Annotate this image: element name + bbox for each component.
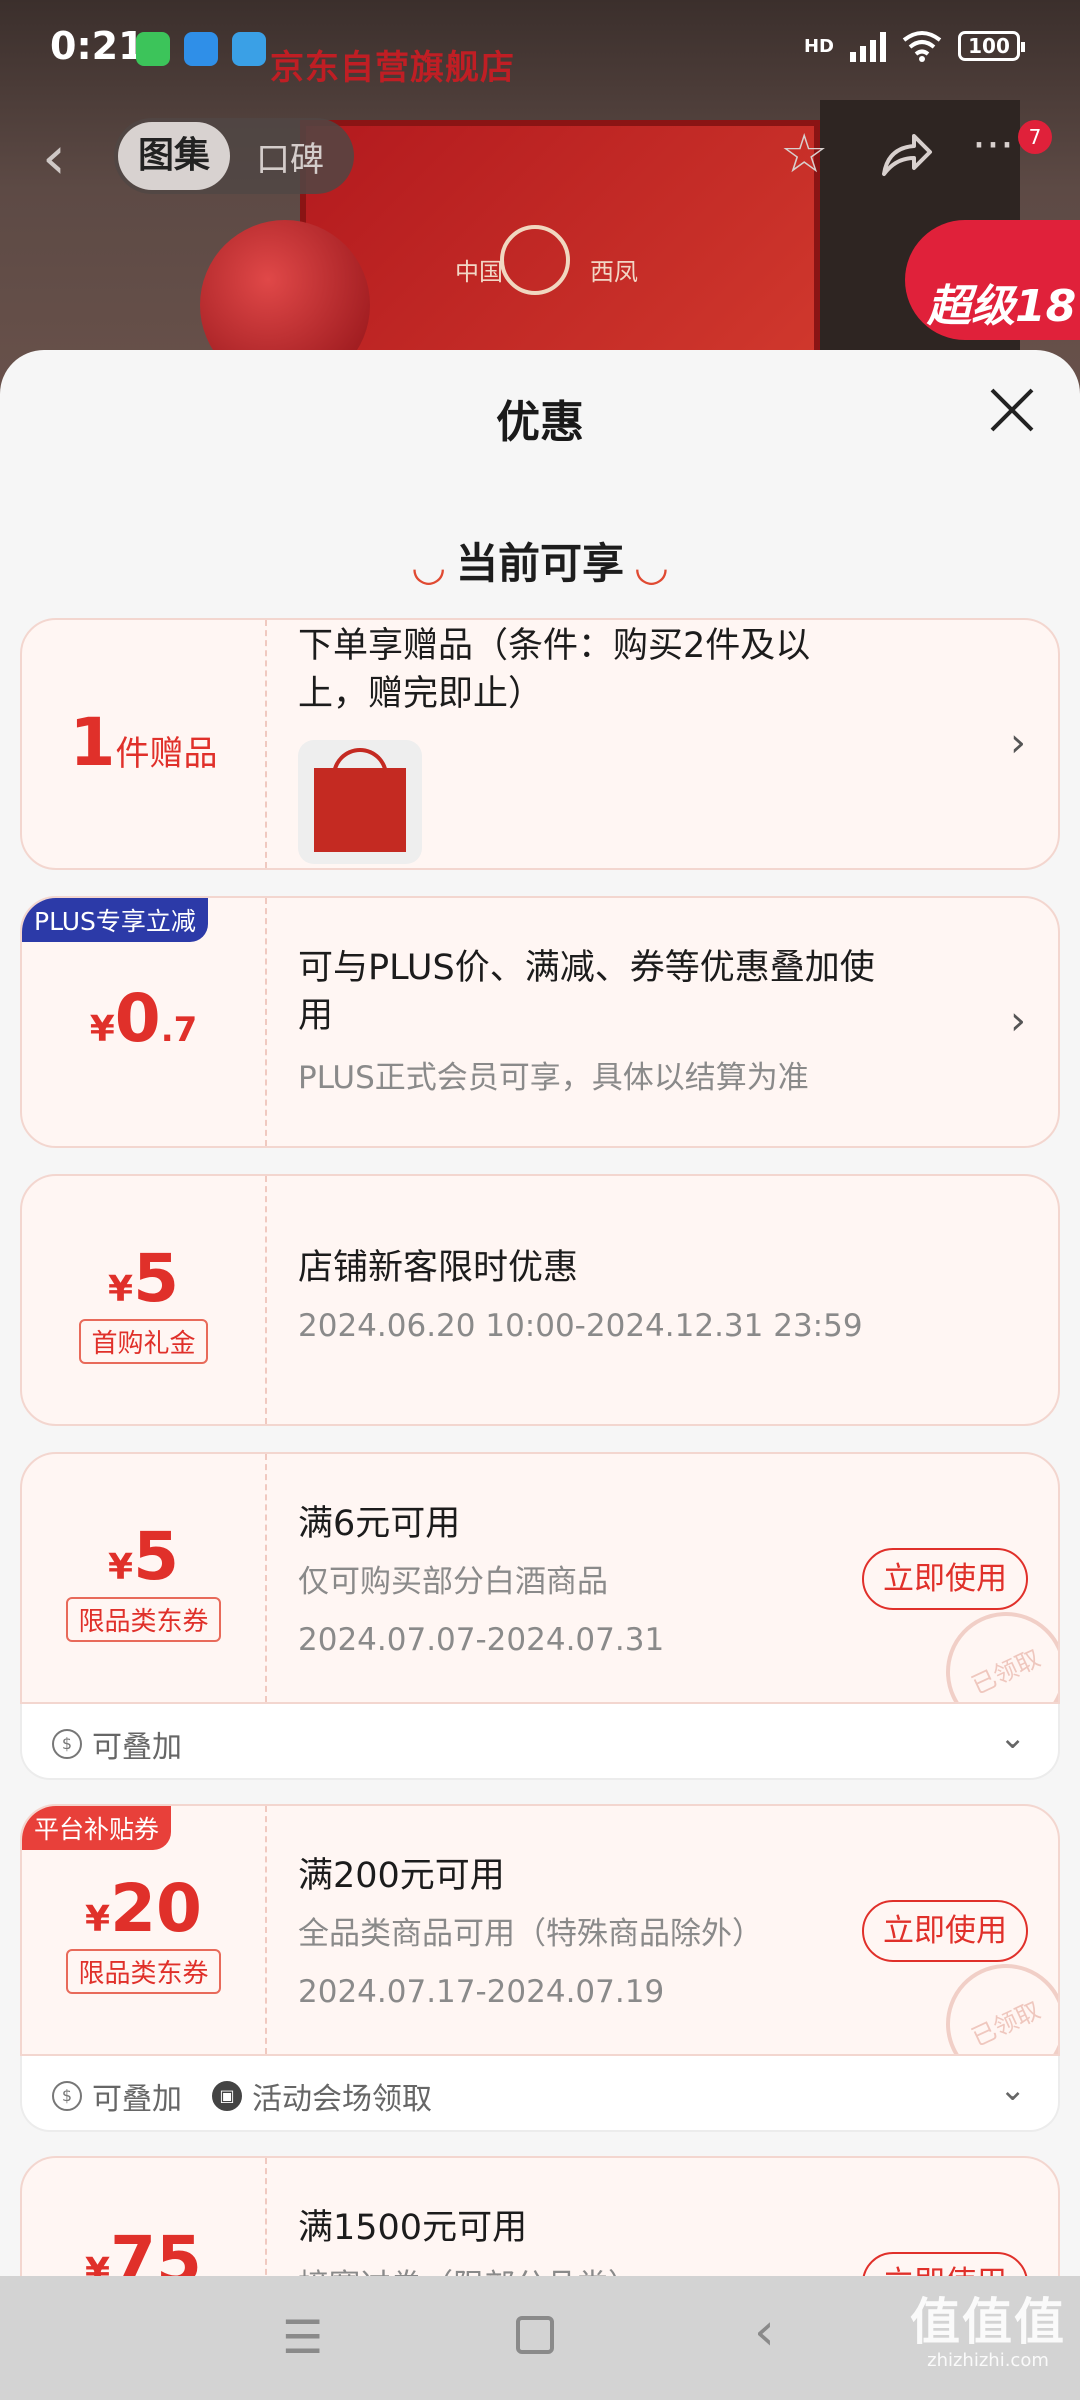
card-title: 可与PLUS价、满减、券等优惠叠加使用: [298, 948, 875, 1036]
currency-symbol: ¥: [85, 1899, 111, 1940]
offer-card-plus[interactable]: ¥0.7 可与PLUS价、满减、券等优惠叠加使用 PLUS正式会员可享，具体以结…: [20, 896, 1060, 1148]
smile-right-icon: ◡: [636, 543, 667, 590]
share-icon[interactable]: [880, 130, 934, 180]
card-left: ¥5 限品类东券: [22, 1454, 267, 1702]
offer-card-new-customer[interactable]: ¥5 首购礼金 店铺新客限时优惠 2024.06.20 10:00-2024.1…: [20, 1174, 1060, 1426]
card-date: 2024.07.07-2024.07.31: [298, 1622, 665, 1658]
watermark-logo: 值值值: [910, 2293, 1066, 2351]
menu-icon[interactable]: ☰: [282, 2310, 323, 2364]
status-time: 0:21: [50, 24, 145, 68]
system-nav-bar: ☰ ‹ 值值值 zhizhizhi.com: [0, 2276, 1080, 2400]
offer-card-gift[interactable]: 1件赠品 下单享赠品（条件：购买2件及以上，赠完即止） ›: [20, 618, 1060, 870]
coupon-tag: 首购礼金: [79, 1319, 208, 1364]
section-heading: ◡ 当前可享 ◡: [0, 530, 1080, 591]
card-left: ¥75: [22, 2158, 267, 2280]
home-square-icon[interactable]: [516, 2316, 554, 2354]
coupon-footer[interactable]: $ 可叠加 ▣ 活动会场领取 ⌄: [20, 2056, 1060, 2132]
use-now-button[interactable]: 立即使用: [862, 1900, 1028, 1962]
gift-count: 1: [69, 704, 116, 781]
brand-seal-icon: [500, 225, 570, 295]
coupon-amount: 5: [133, 1240, 179, 1317]
coupon-footer[interactable]: $ 可叠加 ⌄: [20, 1704, 1060, 1780]
gallery-tabs: 图集 口碑: [114, 118, 354, 194]
card-title: 满1500元可用: [298, 2208, 528, 2248]
coupon-tag: 限品类东券: [66, 1949, 221, 1994]
card-subtitle: 全品类商品可用（特殊商品除外）: [298, 1916, 763, 1952]
gift-unit: 件赠品: [115, 734, 218, 774]
plus-ribbon: PLUS专享立减: [22, 898, 208, 942]
offer-card-coupon-5[interactable]: ¥5 限品类东券 满6元可用 仅可购买部分白酒商品 2024.07.07-202…: [20, 1452, 1060, 1704]
brand-logo-right: 西凤: [590, 258, 638, 286]
back-icon[interactable]: ‹: [754, 2302, 775, 2362]
sheet-title: 优惠: [496, 397, 584, 448]
currency-symbol: ¥: [108, 1547, 134, 1588]
smile-left-icon: ◡: [413, 543, 444, 590]
chevron-right-icon: ›: [1010, 998, 1026, 1044]
offer-card-coupon-75[interactable]: ¥75 满1500元可用 榜赛过券（限部分品类） 立即使用: [20, 2156, 1060, 2280]
card-left: ¥5 首购礼金: [22, 1176, 267, 1424]
wifi-icon: [902, 31, 942, 62]
card-title: 下单享赠品（条件：购买2件及以上，赠完即止）: [298, 626, 811, 714]
plus-amount-dec: .7: [160, 1010, 198, 1050]
offer-card-coupon-20[interactable]: ¥20 限品类东券 满200元可用 全品类商品可用（特殊商品除外） 2024.0…: [20, 1804, 1060, 2056]
card-subtitle: PLUS正式会员可享，具体以结算为准: [298, 1060, 809, 1096]
battery-indicator: 100: [958, 31, 1025, 61]
cloud-icon: [184, 32, 218, 66]
card-title: 满200元可用: [298, 1856, 505, 1896]
coupon-amount: 5: [133, 1518, 179, 1595]
stackable-label: 可叠加: [92, 1730, 182, 1765]
coupon-amount: 75: [110, 2222, 202, 2280]
currency-symbol: ¥: [89, 1009, 115, 1050]
promo-badge: 超级18: [905, 220, 1080, 340]
chevron-right-icon: ›: [1010, 720, 1026, 766]
back-arrow-icon[interactable]: ‹: [42, 128, 66, 188]
currency-symbol: ¥: [108, 1269, 134, 1310]
card-date: 2024.07.17-2024.07.19: [298, 1974, 665, 2010]
card-subtitle: 仅可购买部分白酒商品: [298, 1564, 608, 1600]
card-date: 2024.06.20 10:00-2024.12.31 23:59: [298, 1308, 863, 1344]
stackable-label: 可叠加: [92, 2082, 182, 2117]
close-icon[interactable]: [984, 382, 1040, 438]
watermark-url: zhizhizhi.com: [927, 2350, 1049, 2371]
card-left: 1件赠品: [22, 620, 267, 868]
card-title: 满6元可用: [298, 1504, 461, 1544]
hd-label: HD: [803, 35, 834, 57]
coupon-amount: 20: [110, 1870, 202, 1947]
venue-label: 活动会场领取: [252, 2082, 432, 2117]
status-bar: 0:21 HD 100: [0, 0, 1080, 96]
chevron-down-icon[interactable]: ⌄: [999, 2070, 1026, 2108]
tab-reviews[interactable]: 口碑: [230, 132, 350, 181]
brand-logo-left: 中国: [455, 258, 503, 286]
stack-icon: $: [52, 1729, 82, 1759]
stack-icon: $: [52, 2081, 82, 2111]
favorite-star-icon[interactable]: ☆: [780, 124, 828, 184]
venue-icon: ▣: [212, 2081, 242, 2111]
tplink-icon: [232, 32, 266, 66]
signal-icon: [850, 30, 886, 62]
coupon-tag: 限品类东券: [66, 1597, 221, 1642]
gift-bag-image: [298, 740, 422, 864]
notification-badge: 7: [1018, 120, 1052, 154]
chevron-down-icon[interactable]: ⌄: [999, 1718, 1026, 1756]
offers-sheet: 优惠 ◡ 当前可享 ◡ 1件赠品 下单享赠品（条件：购买2件及以上，赠完即止） › …: [0, 350, 1080, 2280]
plus-amount-int: 0: [114, 980, 161, 1057]
more-dots-icon[interactable]: ···: [972, 116, 1014, 176]
tab-gallery[interactable]: 图集: [118, 122, 230, 190]
use-now-button[interactable]: 立即使用: [862, 1548, 1028, 1610]
section-title: 当前可享: [455, 539, 624, 588]
platform-ribbon: 平台补贴券: [22, 1806, 172, 1850]
site-watermark: 值值值 zhizhizhi.com: [910, 2282, 1066, 2371]
card-title: 店铺新客限时优惠: [298, 1248, 579, 1288]
wechat-icon: [136, 32, 170, 66]
